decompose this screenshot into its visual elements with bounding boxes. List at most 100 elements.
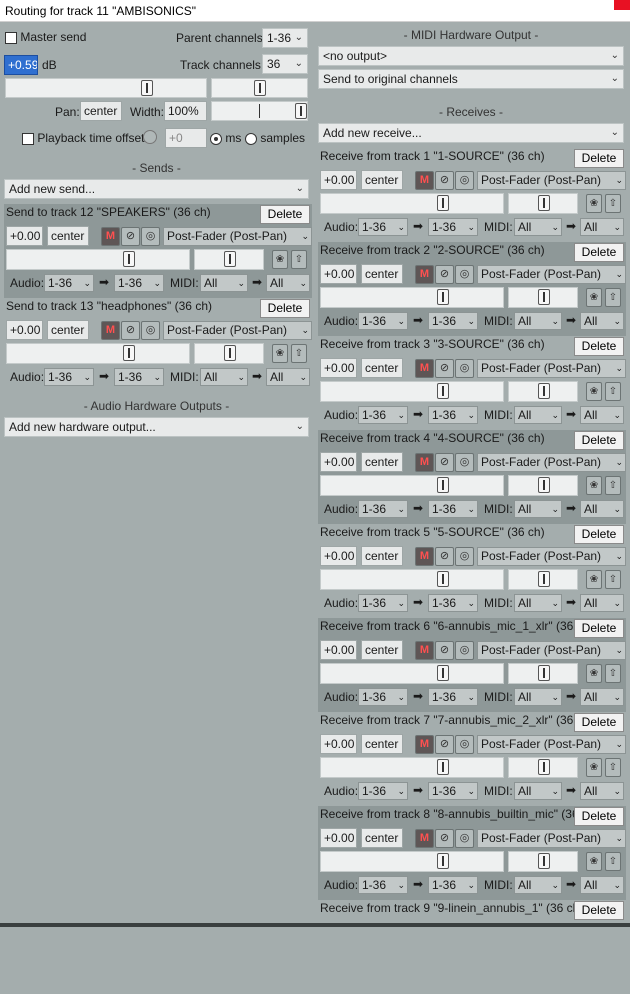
send-pan-input[interactable]: center — [47, 320, 89, 340]
midi-source-select[interactable]: All ⌄ — [514, 876, 562, 894]
delete-button[interactable]: Delete — [574, 807, 624, 826]
audio-source-select[interactable]: 1-36 ⌄ — [358, 406, 408, 424]
send-pan-slider-thumb[interactable] — [538, 853, 550, 869]
send-volume-slider-thumb[interactable] — [437, 571, 449, 587]
midi-channels-select[interactable]: Send to original channels ⌄ — [318, 69, 624, 89]
master-send-checkbox[interactable]: Master send — [5, 30, 86, 44]
audio-dest-select[interactable]: 1-36 ⌄ — [428, 782, 478, 800]
send-volume-slider-thumb[interactable] — [123, 345, 135, 361]
volume-slider[interactable] — [5, 78, 207, 98]
send-mode-select[interactable]: Post-Fader (Post-Pan) ⌄ — [477, 829, 626, 848]
io-icon[interactable]: ⇧ — [291, 344, 307, 363]
delete-button[interactable]: Delete — [574, 337, 624, 356]
send-volume-slider[interactable] — [320, 569, 504, 590]
volume-slider-thumb[interactable] — [141, 80, 153, 96]
phase-invert-icon[interactable]: ⊘ — [435, 641, 454, 660]
mute-button[interactable]: M — [415, 359, 434, 378]
send-pan-input[interactable]: center — [361, 640, 403, 660]
io-icon[interactable]: ⇧ — [605, 664, 621, 683]
send-volume-slider[interactable] — [320, 663, 504, 684]
offset-input[interactable]: +0 — [165, 128, 207, 148]
phase-invert-icon[interactable]: ⊘ — [435, 171, 454, 190]
midi-dest-select[interactable]: All ⌄ — [266, 274, 310, 292]
width-slider[interactable] — [211, 101, 308, 121]
send-pan-slider[interactable] — [508, 663, 578, 684]
send-volume-slider-thumb[interactable] — [437, 289, 449, 305]
midi-source-select[interactable]: All ⌄ — [514, 782, 562, 800]
midi-source-select[interactable]: All ⌄ — [514, 500, 562, 518]
add-send-select[interactable]: Add new send... ⌄ — [4, 179, 309, 199]
phase-invert-icon[interactable]: ⊘ — [121, 321, 140, 340]
envelope-icon[interactable]: ❀ — [586, 664, 602, 683]
midi-dest-select[interactable]: All ⌄ — [580, 500, 624, 518]
midi-dest-select[interactable]: All ⌄ — [266, 368, 310, 386]
send-volume-input[interactable]: +0.00 — [320, 546, 357, 566]
send-volume-slider[interactable] — [320, 193, 504, 214]
mono-icon[interactable]: ◎ — [455, 547, 474, 566]
send-pan-slider-thumb[interactable] — [224, 251, 236, 267]
send-pan-input[interactable]: center — [361, 546, 403, 566]
io-icon[interactable]: ⇧ — [605, 194, 621, 213]
send-pan-slider-thumb[interactable] — [538, 195, 550, 211]
parent-channels-select[interactable]: 1-36 ⌄ — [262, 28, 308, 48]
envelope-icon[interactable]: ❀ — [586, 758, 602, 777]
send-volume-slider[interactable] — [320, 381, 504, 402]
width-slider-thumb[interactable] — [295, 103, 307, 119]
track-channels-select[interactable]: 36 ⌄ — [262, 54, 308, 74]
audio-source-select[interactable]: 1-36 ⌄ — [44, 274, 94, 292]
send-pan-slider-thumb[interactable] — [538, 665, 550, 681]
audio-dest-select[interactable]: 1-36 ⌄ — [114, 274, 164, 292]
send-mode-select[interactable]: Post-Fader (Post-Pan) ⌄ — [477, 359, 626, 378]
ms-radio[interactable]: ms — [210, 131, 241, 145]
send-mode-select[interactable]: Post-Fader (Post-Pan) ⌄ — [477, 171, 626, 190]
phase-invert-icon[interactable]: ⊘ — [435, 547, 454, 566]
midi-dest-select[interactable]: All ⌄ — [580, 218, 624, 236]
audio-source-select[interactable]: 1-36 ⌄ — [358, 218, 408, 236]
mono-icon[interactable]: ◎ — [455, 265, 474, 284]
send-mode-select[interactable]: Post-Fader (Post-Pan) ⌄ — [477, 547, 626, 566]
phase-invert-icon[interactable]: ⊘ — [121, 227, 140, 246]
mono-icon[interactable]: ◎ — [141, 321, 160, 340]
mute-button[interactable]: M — [415, 735, 434, 754]
volume-input[interactable]: +0.59 — [4, 55, 38, 75]
send-pan-slider[interactable] — [508, 569, 578, 590]
send-pan-slider-thumb[interactable] — [538, 289, 550, 305]
send-volume-slider[interactable] — [320, 475, 504, 496]
send-volume-slider-thumb[interactable] — [123, 251, 135, 267]
send-pan-slider-thumb[interactable] — [538, 571, 550, 587]
send-volume-slider[interactable] — [320, 757, 504, 778]
pan-input[interactable]: center — [80, 101, 122, 121]
send-pan-slider[interactable] — [508, 193, 578, 214]
send-pan-slider-thumb[interactable] — [538, 383, 550, 399]
audio-source-select[interactable]: 1-36 ⌄ — [358, 594, 408, 612]
audio-dest-select[interactable]: 1-36 ⌄ — [428, 312, 478, 330]
audio-dest-select[interactable]: 1-36 ⌄ — [114, 368, 164, 386]
send-volume-slider-thumb[interactable] — [437, 853, 449, 869]
mute-button[interactable]: M — [415, 453, 434, 472]
audio-dest-select[interactable]: 1-36 ⌄ — [428, 406, 478, 424]
audio-source-select[interactable]: 1-36 ⌄ — [358, 500, 408, 518]
envelope-icon[interactable]: ❀ — [586, 476, 602, 495]
envelope-icon[interactable]: ❀ — [272, 250, 288, 269]
send-volume-slider-thumb[interactable] — [437, 759, 449, 775]
midi-source-select[interactable]: All ⌄ — [514, 406, 562, 424]
io-icon[interactable]: ⇧ — [605, 288, 621, 307]
send-pan-input[interactable]: center — [361, 734, 403, 754]
phase-invert-icon[interactable]: ⊘ — [435, 829, 454, 848]
send-pan-slider[interactable] — [508, 475, 578, 496]
mono-icon[interactable]: ◎ — [455, 641, 474, 660]
envelope-icon[interactable]: ❀ — [586, 288, 602, 307]
audio-source-select[interactable]: 1-36 ⌄ — [358, 312, 408, 330]
phase-invert-icon[interactable]: ⊘ — [435, 265, 454, 284]
send-volume-slider-thumb[interactable] — [437, 195, 449, 211]
send-volume-slider[interactable] — [6, 249, 190, 270]
audio-source-select[interactable]: 1-36 ⌄ — [358, 876, 408, 894]
send-volume-slider-thumb[interactable] — [437, 477, 449, 493]
midi-source-select[interactable]: All ⌄ — [514, 688, 562, 706]
send-volume-input[interactable]: +0.00 — [6, 320, 43, 340]
send-volume-input[interactable]: +0.00 — [320, 452, 357, 472]
delete-button[interactable]: Delete — [574, 525, 624, 544]
send-pan-slider[interactable] — [508, 851, 578, 872]
audio-source-select[interactable]: 1-36 ⌄ — [358, 688, 408, 706]
audio-source-select[interactable]: 1-36 ⌄ — [358, 782, 408, 800]
